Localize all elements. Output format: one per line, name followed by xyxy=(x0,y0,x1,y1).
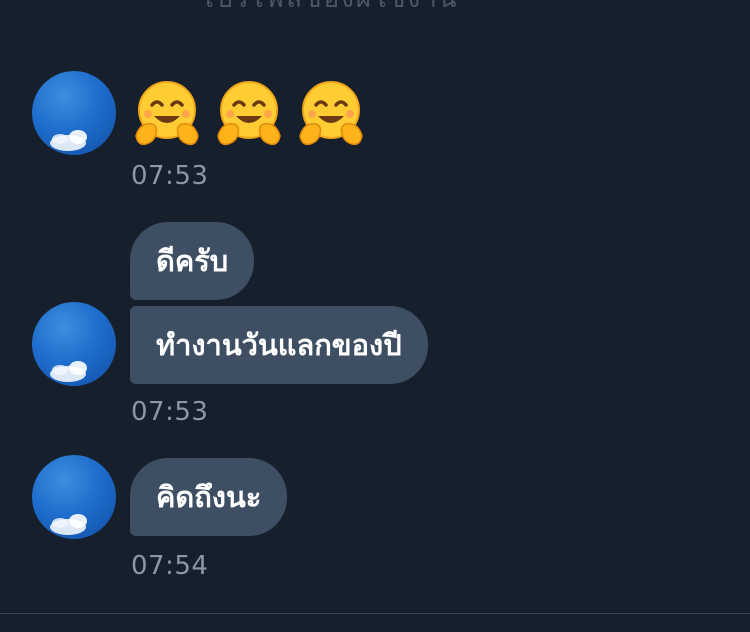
message-bubble[interactable]: คิดถึงนะ xyxy=(130,458,288,536)
message-bubble[interactable]: ดีครับ xyxy=(130,222,255,300)
hugging-face-icon xyxy=(217,81,281,146)
cloud-icon xyxy=(50,130,87,151)
cloud-icon xyxy=(50,514,87,535)
avatar[interactable] xyxy=(32,71,116,155)
emoji-message[interactable] xyxy=(132,78,366,150)
message-bubble[interactable]: ทำงานวันแลกของปี xyxy=(130,306,428,384)
message-timestamp: 07:54 xyxy=(131,551,209,581)
avatar[interactable] xyxy=(32,455,116,539)
input-divider xyxy=(0,613,750,614)
hugging-face-icon xyxy=(299,81,363,146)
cloud-icon xyxy=(50,361,87,382)
message-timestamp: 07:53 xyxy=(131,397,209,427)
header-partial-text: โปรไฟล์ของผู้ใช้งาน xyxy=(200,0,560,8)
avatar[interactable] xyxy=(32,302,116,386)
hugging-face-icon xyxy=(135,81,199,146)
message-timestamp: 07:53 xyxy=(131,161,209,191)
